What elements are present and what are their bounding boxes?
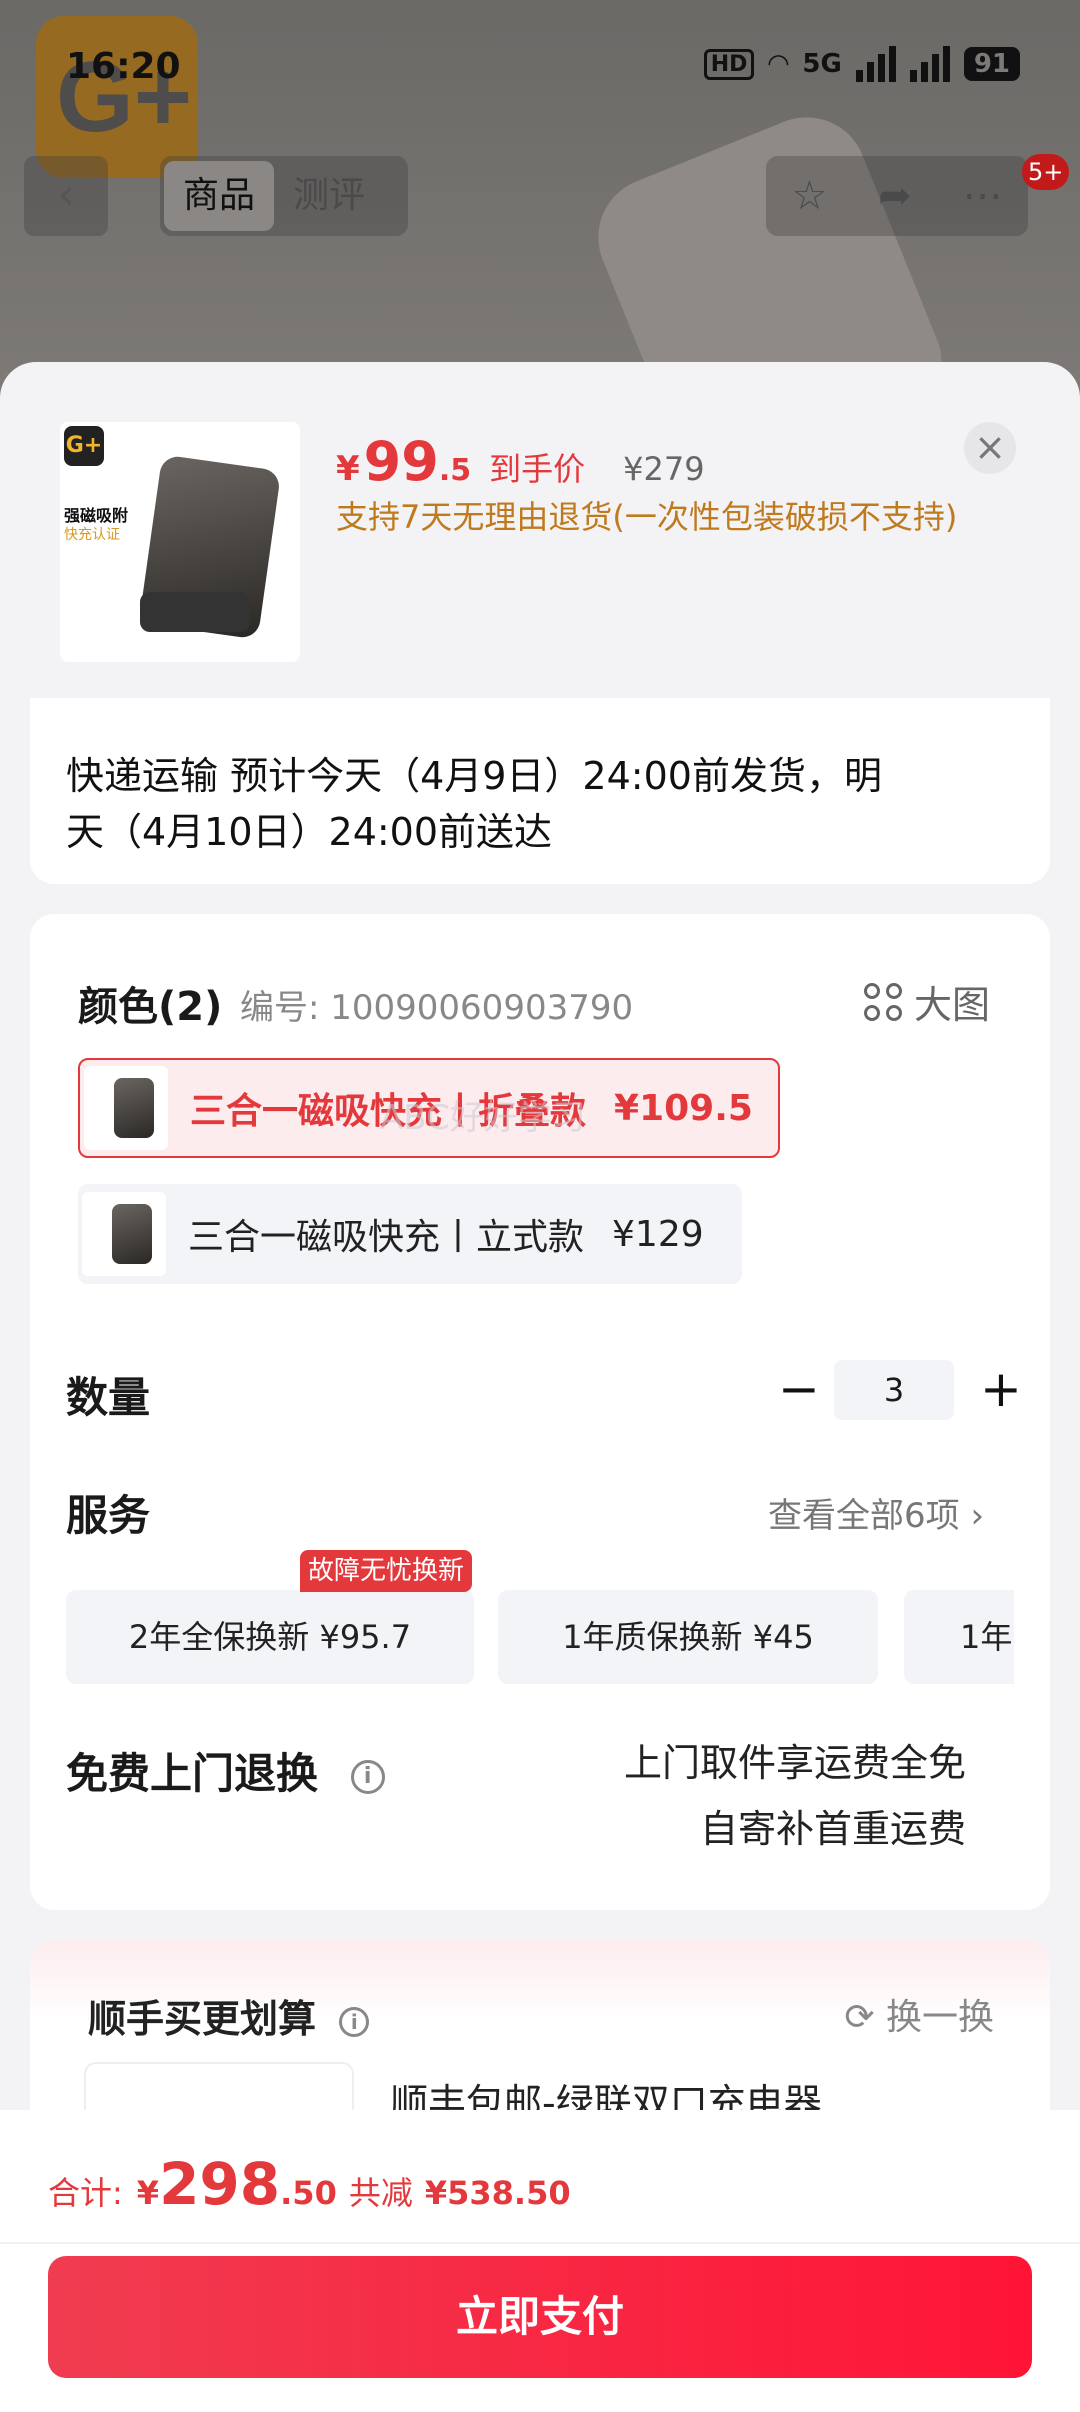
sheet-header: G+ 强磁吸附 快充认证 ¥ 99 .5 到手价 ¥279 支持7天无理由退货(…: [0, 362, 1080, 692]
total-integer: 298: [159, 2150, 281, 2218]
tab-product[interactable]: 商品: [164, 161, 274, 231]
door-return-line-1: 上门取件享运费全免: [623, 1741, 966, 1785]
price-currency: ¥: [336, 449, 360, 489]
service-badge: 故障无忧换新: [300, 1550, 473, 1592]
signal-icon-2: [909, 46, 950, 82]
thumbnail-caption: 强磁吸附: [64, 506, 129, 525]
quantity-increase-button[interactable]: +: [976, 1364, 1026, 1416]
battery-icon: 91: [963, 47, 1020, 81]
options-card: 颜色(2) 编号: 10090060903790 大图 三合一磁吸快充丨折叠款 …: [30, 914, 1050, 1910]
charger-base-image: [140, 592, 250, 632]
door-return-line-2: 自寄补首重运费: [699, 1807, 966, 1851]
swap-button[interactable]: ⟳ 换一换: [844, 1988, 994, 2040]
status-bar: 16:20 HD ◠ 5G 91: [0, 40, 1080, 100]
color-title: 颜色(2): [78, 984, 223, 1030]
savings-label: 共减: [348, 2174, 413, 2212]
variant-thumbnail: [82, 1192, 166, 1276]
quantity-label: 数量: [66, 1373, 151, 1422]
price-decimal: .5: [438, 453, 472, 488]
door-return-label: 免费上门退换 i: [66, 1740, 385, 1801]
status-icons: HD ◠ 5G 91: [703, 46, 1020, 82]
variant-thumbnail: [84, 1066, 168, 1150]
network-label: 5G: [802, 49, 842, 79]
wifi-icon: ◠: [768, 49, 789, 79]
close-icon: ×: [974, 425, 1006, 469]
info-icon[interactable]: i: [339, 2006, 370, 2037]
bundle-title: 顺手买更划算 i: [88, 1988, 370, 2043]
variant-price: ¥129: [612, 1213, 704, 1255]
quantity-decrease-button[interactable]: −: [774, 1364, 824, 1416]
signal-icon: [855, 46, 896, 82]
shipping-line-2: 天（4月10日）24:00前送达: [66, 810, 553, 854]
total-label: 合计:: [48, 2174, 123, 2212]
favorite-star-icon[interactable]: ☆: [791, 173, 827, 219]
savings-value: ¥538.50: [424, 2174, 571, 2212]
price-label: 到手价: [489, 450, 586, 488]
chevron-right-icon: ›: [970, 1496, 985, 1536]
grid-icon: [864, 982, 902, 1021]
checkout-footer: 合计: ¥ 298 .50 共减 ¥538.50 立即支付: [0, 2110, 1080, 2412]
back-button[interactable]: ‹: [24, 156, 108, 236]
total-currency: ¥: [136, 2174, 160, 2212]
refresh-icon: ⟳: [844, 1997, 886, 2038]
price-integer: 99: [363, 430, 439, 493]
bundle-title-text: 顺手买更划算: [88, 1997, 317, 2041]
status-time: 16:20: [66, 46, 181, 87]
purchase-sheet: G+ 强磁吸附 快充认证 ¥ 99 .5 到手价 ¥279 支持7天无理由退货(…: [0, 362, 1080, 2412]
notification-badge: 5+: [1022, 154, 1070, 190]
nav-actions: ☆ ➦ ⋯: [766, 156, 1028, 236]
close-button[interactable]: ×: [964, 422, 1016, 474]
pay-now-button[interactable]: 立即支付: [48, 2256, 1032, 2378]
variant-option-stand[interactable]: 三合一磁吸快充丨立式款 ¥129: [78, 1184, 742, 1284]
thumbnail-subcaption: 快充认证: [64, 527, 120, 543]
background-product-image: [580, 99, 960, 380]
big-image-label: 大图: [914, 983, 991, 1027]
view-all-services-link[interactable]: 查看全部6项 ›: [768, 1488, 984, 1537]
service-chip-more[interactable]: 1年: [904, 1590, 1014, 1684]
services-label: 服务: [66, 1491, 151, 1540]
swap-label: 换一换: [885, 1997, 994, 2038]
page-tabs: 商品 测评: [160, 156, 408, 236]
variant-price: ¥109.5: [614, 1087, 753, 1129]
variant-name: 三合一磁吸快充丨立式款: [188, 1217, 585, 1258]
total-decimal: .50: [280, 2174, 337, 2212]
big-image-button[interactable]: 大图: [864, 974, 990, 1029]
shipping-line-1: 快递运输 预计今天（4月9日）24:00前发货，明: [66, 754, 882, 798]
watermark-text: ABC好好学习: [380, 1098, 586, 1138]
quantity-input[interactable]: 3: [834, 1360, 954, 1420]
door-return-details: 上门取件享运费全免 自寄补首重运费: [624, 1730, 966, 1862]
brand-logo-icon: G+: [64, 426, 104, 466]
hd-icon: HD: [703, 48, 755, 80]
service-chip-1yr[interactable]: 1年质保换新 ¥45: [498, 1590, 878, 1684]
more-icon[interactable]: ⋯: [963, 173, 1003, 219]
price-row: ¥ 99 .5 到手价 ¥279: [336, 430, 705, 493]
original-price: ¥279: [623, 450, 705, 488]
product-thumbnail[interactable]: G+ 强磁吸附 快充认证: [60, 422, 300, 662]
shipping-info: 快递运输 预计今天（4月9日）24:00前发货，明 天（4月10日）24:00前…: [30, 698, 1050, 884]
view-all-label: 查看全部6项: [768, 1496, 960, 1536]
share-icon[interactable]: ➦: [878, 173, 912, 219]
info-icon[interactable]: i: [350, 1759, 385, 1794]
chevron-left-icon: ‹: [57, 169, 75, 220]
savings-amount: ¥538.50: [425, 2174, 571, 2212]
divider: [0, 2242, 1080, 2244]
service-chip-2yr[interactable]: 2年全保换新 ¥95.7: [66, 1590, 474, 1684]
return-policy-note: 支持7天无理由退货(一次性包装破损不支持): [336, 498, 958, 536]
tab-review[interactable]: 测评: [274, 161, 384, 231]
product-code: 编号: 10090060903790: [240, 988, 634, 1028]
door-return-text: 免费上门退换: [66, 1749, 319, 1798]
order-total: 合计: ¥ 298 .50 共减 ¥538.50: [48, 2150, 571, 2218]
